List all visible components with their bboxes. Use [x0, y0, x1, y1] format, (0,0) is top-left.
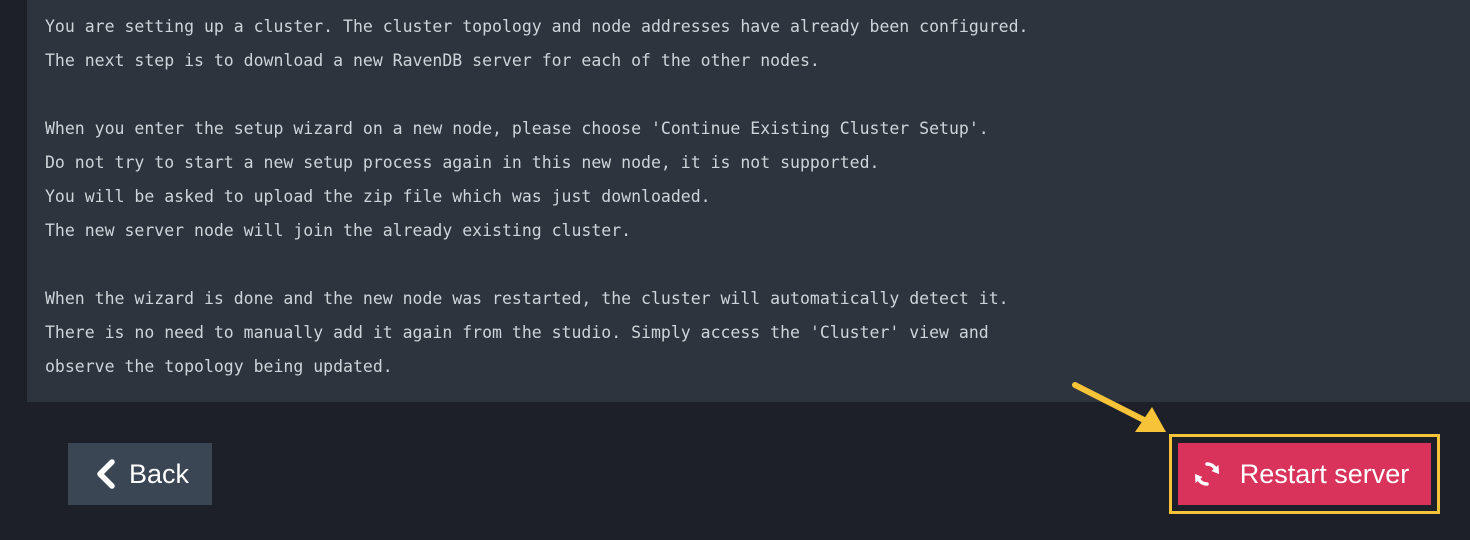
info-line: When you enter the setup wizard on a new… [45, 119, 989, 138]
info-line: You will be asked to upload the zip file… [45, 187, 711, 206]
info-line-blank [45, 248, 1028, 282]
info-line: Do not try to start a new setup process … [45, 153, 880, 172]
back-button[interactable]: Back [68, 443, 212, 505]
refresh-icon [1192, 459, 1222, 489]
info-line: You are setting up a cluster. The cluste… [45, 17, 1029, 36]
info-line: There is no need to manually add it agai… [45, 323, 989, 342]
back-button-label: Back [128, 458, 190, 489]
info-line: The new server node will join the alread… [45, 221, 632, 240]
setup-info-text: You are setting up a cluster. The cluste… [45, 10, 1028, 384]
info-line: The next step is to download a new Raven… [45, 51, 820, 70]
info-line: observe the topology being updated. [45, 357, 393, 376]
info-line: When the wizard is done and the new node… [45, 289, 1009, 308]
callout-arrow [1072, 382, 1166, 432]
chevron-left-icon [95, 459, 117, 489]
info-line-blank [45, 78, 1028, 112]
restart-server-button[interactable]: Restart server [1178, 443, 1431, 505]
setup-info-panel: You are setting up a cluster. The cluste… [27, 0, 1470, 402]
restart-server-label: Restart server [1239, 458, 1410, 489]
